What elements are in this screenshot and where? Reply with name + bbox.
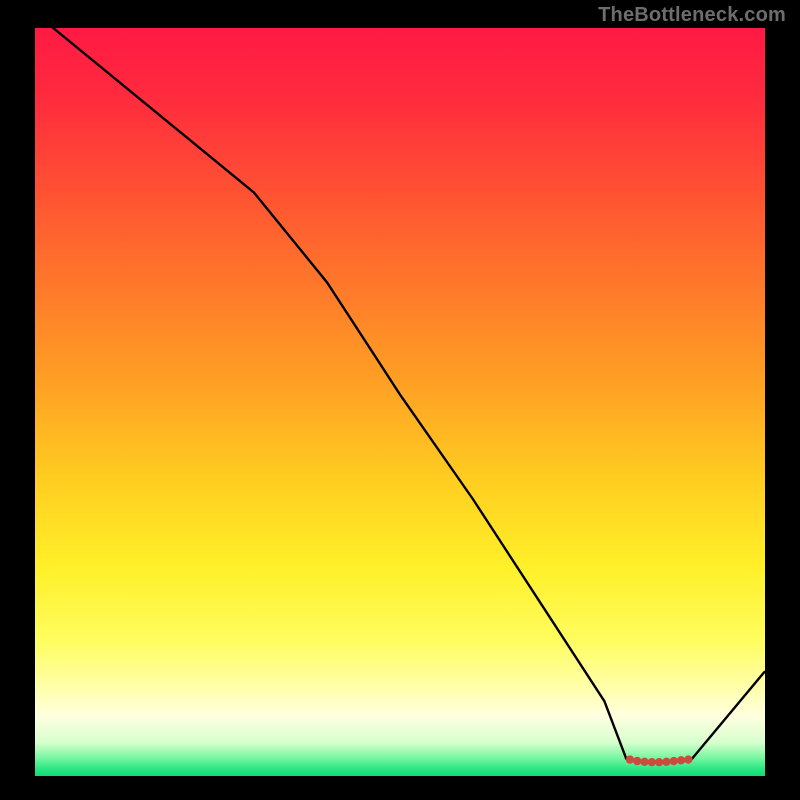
marker-dot [677, 756, 685, 764]
marker-dot [684, 755, 692, 763]
plot-area [35, 28, 765, 776]
gradient-background [35, 28, 765, 776]
chart-frame: TheBottleneck.com [0, 0, 800, 800]
marker-dot [633, 757, 641, 765]
watermark-text: TheBottleneck.com [598, 4, 786, 27]
marker-dot [655, 758, 663, 766]
marker-dot [640, 758, 648, 766]
marker-dot [670, 757, 678, 765]
marker-dot [662, 758, 670, 766]
marker-dot [626, 755, 634, 763]
chart-svg [35, 28, 765, 776]
marker-dot [648, 758, 656, 766]
